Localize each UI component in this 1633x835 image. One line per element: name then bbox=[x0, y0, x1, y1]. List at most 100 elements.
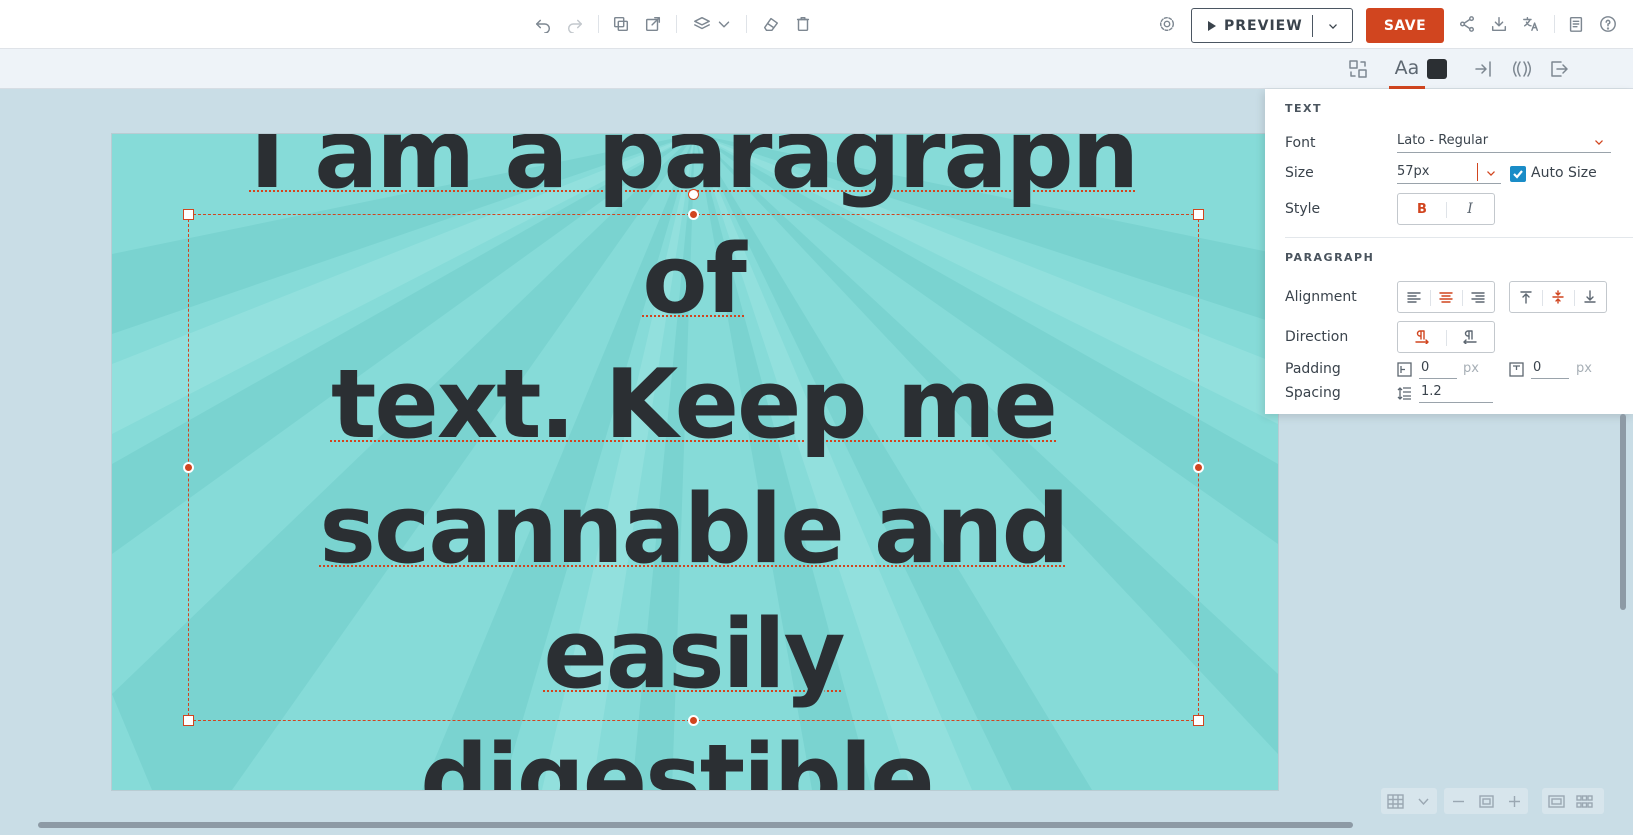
trash-icon[interactable] bbox=[791, 12, 815, 36]
rtl-icon bbox=[1463, 330, 1477, 344]
padding-h-underline bbox=[1419, 378, 1457, 379]
save-button[interactable]: SAVE bbox=[1366, 8, 1444, 43]
align-bottom-button[interactable] bbox=[1574, 282, 1606, 312]
resize-handle-right[interactable] bbox=[1193, 462, 1204, 473]
eraser-icon[interactable] bbox=[759, 12, 783, 36]
undo-icon[interactable] bbox=[531, 12, 555, 36]
padding-horizontal-input[interactable]: 0 bbox=[1421, 360, 1429, 375]
size-label: Size bbox=[1285, 165, 1314, 181]
resize-handle-top-left[interactable] bbox=[183, 209, 194, 220]
curve-text-icon[interactable] bbox=[1509, 57, 1535, 81]
direction-ltr-button[interactable] bbox=[1398, 322, 1446, 352]
download-icon[interactable] bbox=[1487, 12, 1511, 36]
copy-to-page-icon[interactable] bbox=[641, 12, 665, 36]
resize-handle-bottom-right[interactable] bbox=[1193, 715, 1204, 726]
layers-icon[interactable] bbox=[690, 12, 714, 36]
padding-v-unit: px bbox=[1576, 361, 1592, 376]
translate-icon[interactable] bbox=[1519, 12, 1543, 36]
align-left-button[interactable] bbox=[1398, 282, 1430, 312]
paragraph-line: I am a paragraph of bbox=[249, 134, 1139, 335]
paragraph-line: scannable and easily bbox=[319, 474, 1069, 710]
chevron-down-icon[interactable] bbox=[712, 12, 736, 36]
align-center-icon bbox=[1439, 292, 1453, 303]
align-right-button[interactable] bbox=[1462, 282, 1494, 312]
spacing-label: Spacing bbox=[1285, 385, 1341, 401]
vertical-alignment-group bbox=[1509, 281, 1607, 313]
resize-handle-left[interactable] bbox=[183, 462, 194, 473]
preview-main-button[interactable]: PREVIEW bbox=[1192, 9, 1312, 42]
fit-to-screen-icon[interactable] bbox=[1472, 789, 1500, 813]
toolbar-divider bbox=[676, 15, 677, 33]
align-top-icon bbox=[1520, 291, 1532, 304]
style-button-group: B I bbox=[1397, 193, 1495, 225]
grid-icon[interactable] bbox=[1381, 789, 1409, 813]
horizontal-alignment-group bbox=[1397, 281, 1495, 313]
text-section-heading: TEXT bbox=[1285, 102, 1323, 115]
direction-button-group bbox=[1397, 321, 1495, 353]
align-to-edge-icon[interactable] bbox=[1470, 57, 1496, 81]
paragraph-text[interactable]: I am a paragraph of text. Keep me scanna… bbox=[188, 134, 1199, 790]
direction-rtl-button[interactable] bbox=[1446, 322, 1494, 352]
preview-dropdown-chevron-icon[interactable] bbox=[1313, 19, 1352, 33]
paragraph-line: digestible. bbox=[420, 724, 969, 791]
text-color-swatch[interactable] bbox=[1427, 59, 1447, 79]
paragraph-text-box[interactable]: I am a paragraph of text. Keep me scanna… bbox=[188, 134, 1199, 790]
direction-label: Direction bbox=[1285, 329, 1349, 345]
exit-animation-icon[interactable] bbox=[1546, 57, 1572, 81]
duplicate-icon[interactable] bbox=[609, 12, 633, 36]
align-center-button[interactable] bbox=[1430, 282, 1462, 312]
rotate-handle[interactable] bbox=[688, 189, 699, 200]
single-page-view-icon[interactable] bbox=[1542, 789, 1570, 813]
vertical-scrollbar[interactable] bbox=[1620, 414, 1626, 610]
align-middle-icon bbox=[1552, 290, 1564, 304]
font-select-underline bbox=[1397, 152, 1611, 153]
top-toolbar: PREVIEW SAVE bbox=[0, 0, 1633, 49]
align-left-icon bbox=[1407, 292, 1421, 303]
help-icon[interactable] bbox=[1596, 12, 1620, 36]
resize-handle-bottom-left[interactable] bbox=[183, 715, 194, 726]
zoom-in-icon[interactable] bbox=[1500, 789, 1528, 813]
size-dropdown-divider bbox=[1477, 163, 1478, 181]
auto-size-label: Auto Size bbox=[1531, 165, 1597, 181]
resize-handle-bottom[interactable] bbox=[688, 715, 699, 726]
padding-vertical-input[interactable]: 0 bbox=[1533, 360, 1541, 375]
auto-size-checkbox[interactable] bbox=[1510, 166, 1526, 182]
align-top-button[interactable] bbox=[1510, 282, 1542, 312]
text-properties-panel: TEXT Font Lato - Regular Size 57px Auto … bbox=[1265, 89, 1633, 414]
vertical-padding-icon bbox=[1509, 362, 1524, 377]
size-dropdown-chevron-icon[interactable] bbox=[1484, 165, 1498, 179]
paragraph-line: text. Keep me bbox=[330, 349, 1058, 460]
bold-button[interactable]: B bbox=[1398, 194, 1446, 224]
horizontal-scrollbar[interactable] bbox=[38, 822, 1353, 828]
align-right-icon bbox=[1471, 292, 1485, 303]
grid-chevron-down-icon[interactable] bbox=[1409, 789, 1437, 813]
zoom-controls bbox=[1444, 788, 1528, 814]
spacing-underline bbox=[1419, 402, 1493, 403]
page-grid-view-icon[interactable] bbox=[1570, 789, 1598, 813]
gear-icon[interactable] bbox=[1155, 12, 1179, 36]
spacing-input[interactable]: 1.2 bbox=[1421, 384, 1442, 399]
notes-icon[interactable] bbox=[1564, 12, 1588, 36]
redo-icon[interactable] bbox=[563, 12, 587, 36]
style-label: Style bbox=[1285, 201, 1321, 217]
arrange-icon[interactable] bbox=[1345, 57, 1371, 81]
align-middle-button[interactable] bbox=[1542, 282, 1574, 312]
share-icon[interactable] bbox=[1455, 12, 1479, 36]
slide-canvas[interactable]: I am a paragraph of text. Keep me scanna… bbox=[112, 134, 1278, 790]
italic-button[interactable]: I bbox=[1446, 194, 1494, 224]
resize-handle-top[interactable] bbox=[688, 209, 699, 220]
toolbar-divider bbox=[1554, 15, 1555, 33]
size-input[interactable]: 57px bbox=[1397, 164, 1430, 179]
padding-v-underline bbox=[1531, 378, 1569, 379]
padding-h-unit: px bbox=[1463, 361, 1479, 376]
preview-button[interactable]: PREVIEW bbox=[1191, 8, 1353, 43]
ltr-icon bbox=[1415, 330, 1429, 344]
font-select[interactable]: Lato - Regular bbox=[1397, 133, 1488, 148]
zoom-out-icon[interactable] bbox=[1444, 789, 1472, 813]
resize-handle-top-right[interactable] bbox=[1193, 209, 1204, 220]
line-spacing-icon bbox=[1397, 386, 1412, 401]
text-settings-tab[interactable]: Aa bbox=[1389, 49, 1425, 89]
size-input-underline bbox=[1397, 183, 1501, 184]
view-mode-controls bbox=[1542, 788, 1604, 814]
font-dropdown-chevron-icon[interactable] bbox=[1592, 134, 1606, 148]
